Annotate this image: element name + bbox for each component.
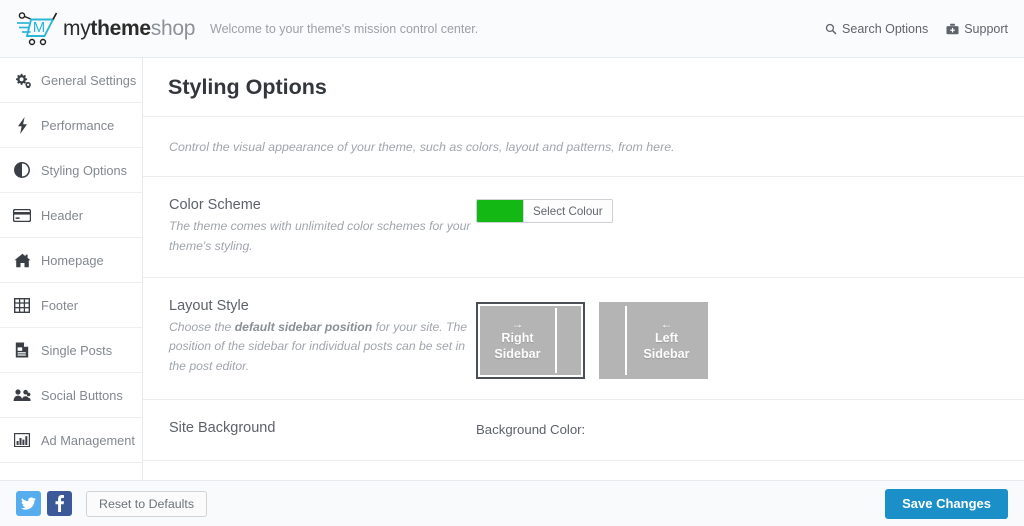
option-label-block: Site Background: [169, 420, 476, 440]
search-icon: [825, 23, 837, 35]
sidebar-item-performance[interactable]: Performance: [0, 103, 142, 148]
sidebar-item-label: Ad Management: [41, 432, 135, 448]
layout-style-options: → Right Sidebar ← Left Sidebar: [476, 301, 1024, 379]
sidebar-item-homepage[interactable]: Homepage: [0, 238, 142, 283]
layout-option-right-sidebar[interactable]: → Right Sidebar: [476, 301, 585, 379]
color-swatch[interactable]: [477, 200, 523, 222]
layout-option-left-sidebar[interactable]: ← Left Sidebar: [599, 301, 708, 379]
sidebar-item-header[interactable]: Header: [0, 193, 142, 238]
option-label-block: Color Scheme The theme comes with unlimi…: [169, 197, 476, 257]
gears-icon: [12, 71, 32, 89]
top-header-bar: M mythemeshop Welcome to your theme's mi…: [0, 0, 1024, 58]
sidebar-item-general-settings[interactable]: General Settings: [0, 58, 142, 103]
layout-divider: [555, 307, 557, 373]
option-row-color-scheme: Color Scheme The theme comes with unlimi…: [143, 177, 1024, 278]
layout-style-title: Layout Style: [169, 297, 249, 314]
admin-page: M mythemeshop Welcome to your theme's mi…: [0, 0, 1024, 526]
welcome-message: Welcome to your theme's mission control …: [210, 21, 479, 36]
layout-help-bold: default sidebar position: [234, 319, 373, 334]
layout-option-line2: Sidebar: [643, 346, 690, 361]
footer-action-bar: Reset to Defaults Save Changes: [0, 480, 1024, 526]
search-options-label: Search Options: [842, 22, 929, 36]
sidebar-item-label: Social Buttons: [41, 387, 123, 403]
option-control-block: Background Color:: [476, 420, 1024, 440]
layout-option-label: → Right Sidebar: [481, 318, 555, 362]
brand-logo[interactable]: M mythemeshop: [0, 9, 196, 49]
layout-option-line2: Sidebar: [494, 346, 541, 361]
sidebar-item-styling-options[interactable]: Styling Options: [0, 148, 142, 193]
sidebar-item-label: General Settings: [41, 72, 137, 88]
site-background-title: Site Background: [169, 419, 276, 436]
logo-letter: M: [33, 19, 46, 36]
color-scheme-help: The theme comes with unlimited color sch…: [169, 219, 471, 253]
credit-card-icon: [12, 206, 32, 224]
bar-chart-icon: [12, 431, 32, 449]
layout-help-part1: Choose the: [169, 319, 235, 334]
select-colour-button[interactable]: Select Colour: [523, 200, 612, 222]
brand-wordmark: mythemeshop: [63, 17, 195, 41]
reset-to-defaults-button[interactable]: Reset to Defaults: [86, 490, 208, 517]
table-icon: [12, 296, 32, 314]
sidebar-item-label: Homepage: [41, 252, 104, 268]
sidebar-item-ad-management[interactable]: Ad Management: [0, 418, 142, 463]
page-description: Control the visual appearance of your th…: [143, 117, 1024, 177]
support-link[interactable]: Support: [946, 22, 1008, 36]
sidebar-item-label: Header: [41, 207, 83, 223]
page-title: Styling Options: [143, 58, 1024, 117]
layout-style-help: Choose the default sidebar position for …: [169, 318, 476, 377]
home-icon: [12, 251, 32, 269]
layout-option-line1: Right: [501, 331, 534, 346]
facebook-icon[interactable]: [47, 491, 72, 516]
arrow-right-icon: →: [511, 317, 524, 332]
option-label-block: Layout Style Choose the default sidebar …: [169, 298, 476, 379]
search-options-link[interactable]: Search Options: [825, 22, 928, 36]
layout-option-line1: Left: [654, 331, 679, 346]
sidebar-nav: General Settings Performance Styling Opt…: [0, 58, 143, 480]
group-icon: [12, 386, 32, 404]
save-changes-button[interactable]: Save Changes: [885, 488, 1008, 519]
color-scheme-title: Color Scheme: [169, 197, 261, 213]
sidebar-item-label: Performance: [41, 117, 115, 133]
background-color-label: Background Color:: [476, 421, 586, 437]
sidebar-item-label: Footer: [41, 297, 78, 313]
header-actions: Search Options Support: [825, 0, 1008, 58]
shopping-cart-logo-icon: M: [17, 11, 58, 45]
brand-my: my: [63, 16, 91, 40]
sidebar-item-footer[interactable]: Footer: [0, 283, 142, 328]
option-control-block: → Right Sidebar ← Left Sidebar: [476, 298, 1024, 379]
sidebar-item-single-posts[interactable]: Single Posts: [0, 328, 142, 373]
brand-theme: theme: [90, 16, 151, 40]
support-label: Support: [964, 22, 1008, 36]
adjust-icon: [12, 161, 32, 179]
option-control-block: Select Colour: [476, 197, 1024, 257]
option-row-site-background: Site Background Background Color:: [143, 400, 1024, 461]
sidebar-item-label: Styling Options: [41, 162, 128, 178]
option-row-layout-style: Layout Style Choose the default sidebar …: [143, 278, 1024, 400]
sidebar-item-label: Single Posts: [41, 342, 113, 358]
color-scheme-picker[interactable]: Select Colour: [476, 199, 613, 223]
sidebar-item-social-buttons[interactable]: Social Buttons: [0, 373, 142, 418]
layout-divider: [625, 305, 627, 375]
content-panel: Styling Options Control the visual appea…: [143, 58, 1024, 480]
file-text-icon: [12, 341, 32, 359]
arrow-left-icon: ←: [660, 317, 673, 332]
medkit-icon: [946, 23, 959, 35]
twitter-icon[interactable]: [16, 491, 41, 516]
brand-shop: shop: [150, 16, 196, 40]
layout-option-label: ← Left Sidebar: [630, 318, 704, 362]
bolt-icon: [12, 116, 32, 134]
